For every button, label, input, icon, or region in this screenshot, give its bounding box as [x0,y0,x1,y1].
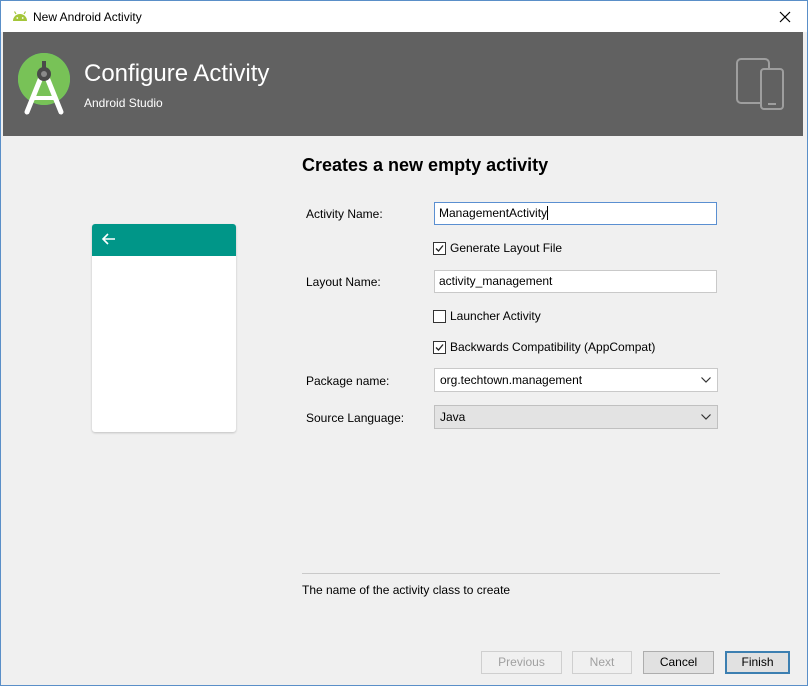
hint-divider [302,573,720,574]
finish-button[interactable]: Finish [725,651,790,674]
source-language-label: Source Language: [306,411,405,425]
layout-name-value: activity_management [439,274,553,288]
next-button[interactable]: Next [572,651,632,674]
header-banner: Configure Activity Android Studio [3,32,803,136]
preview-app-bar [92,224,236,256]
chevron-down-icon [701,377,711,383]
generate-layout-label[interactable]: Generate Layout File [450,241,562,255]
text-caret [547,206,549,220]
field-hint: The name of the activity class to create [302,583,511,597]
window-title: New Android Activity [33,10,142,24]
package-name-value: org.techtown.management [440,373,583,387]
arrow-left-icon [101,231,117,247]
android-studio-logo-icon [17,52,71,116]
generate-layout-checkbox[interactable] [433,242,446,255]
devices-icon [735,57,787,113]
banner-title: Configure Activity [84,60,270,87]
source-language-value: Java [440,410,466,424]
activity-name-input[interactable]: ManagementActivity [434,202,717,225]
check-icon [435,344,444,351]
chevron-down-icon [701,414,711,420]
package-name-label: Package name: [306,374,390,388]
check-icon [435,245,444,252]
activity-preview [92,224,236,432]
launcher-activity-checkbox[interactable] [433,310,446,323]
backwards-compat-label[interactable]: Backwards Compatibility (AppCompat) [450,340,655,354]
package-name-dropdown[interactable]: org.techtown.management [434,368,718,392]
cancel-button[interactable]: Cancel [643,651,714,674]
android-icon [12,10,28,22]
dialog-window: New Android Activity Configure Activity … [0,0,808,686]
title-bar: New Android Activity [1,1,807,32]
close-icon [779,11,791,22]
previous-button[interactable]: Previous [481,651,562,674]
close-button[interactable] [763,1,807,32]
activity-name-value: ManagementActivity [439,206,548,220]
banner-subtitle: Android Studio [84,96,163,110]
backwards-compat-checkbox[interactable] [433,341,446,354]
form-heading: Creates a new empty activity [302,155,549,175]
layout-name-label: Layout Name: [306,275,381,289]
source-language-dropdown[interactable]: Java [434,405,718,429]
activity-name-label: Activity Name: [306,207,383,221]
launcher-activity-label[interactable]: Launcher Activity [450,309,541,323]
layout-name-input[interactable]: activity_management [434,270,717,293]
